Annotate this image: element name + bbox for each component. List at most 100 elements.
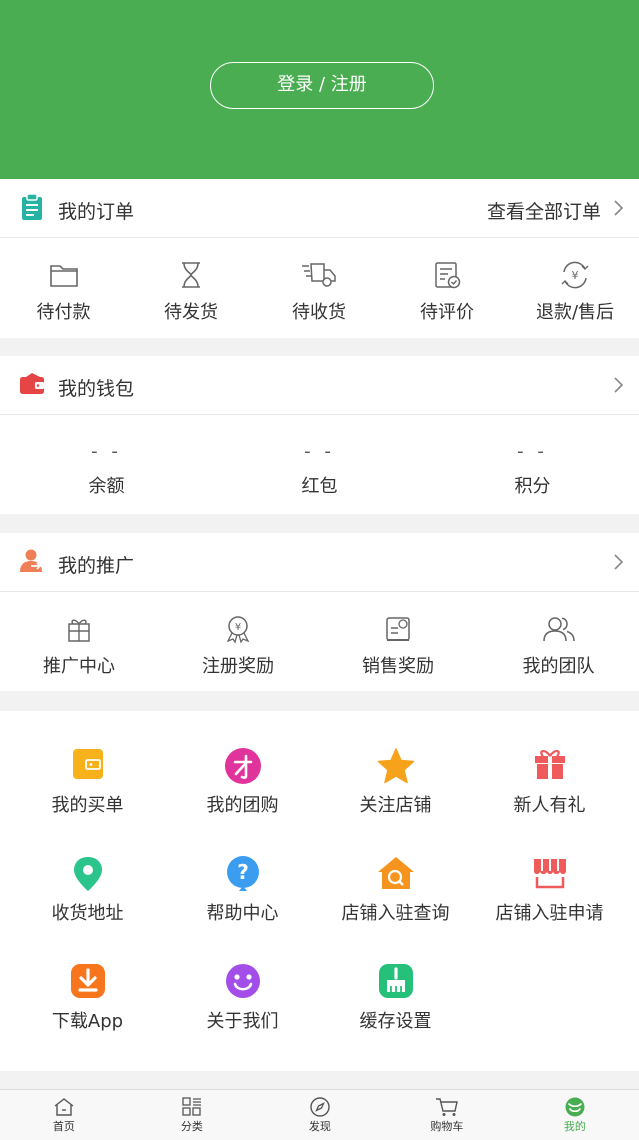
promotion-header[interactable]: 我的推广 <box>0 533 639 592</box>
team-icon <box>542 617 575 642</box>
tab-mine[interactable]: 我的 <box>511 1090 639 1140</box>
profile-smile-icon <box>565 1097 585 1117</box>
promotion-person-icon <box>20 549 42 572</box>
service-label: 我的买单 <box>51 795 124 816</box>
chevron-right-icon <box>614 554 623 570</box>
svg-text:¥: ¥ <box>572 269 579 282</box>
order-status-row: 待付款 待发货 待收货 待评价 ¥ 退款/售后 <box>0 238 639 338</box>
store-search-icon <box>377 857 414 889</box>
service-my-bill[interactable]: 我的买单 <box>0 747 175 817</box>
order-status-refund[interactable]: ¥ 退款/售后 <box>511 260 639 324</box>
service-label: 收货地址 <box>51 903 124 924</box>
sales-reward[interactable]: 销售奖励 <box>318 614 478 678</box>
promotion-title: 我的推广 <box>58 555 135 577</box>
tab-label: 发现 <box>308 1120 331 1133</box>
view-all-orders-link[interactable]: 查看全部订单 <box>487 197 601 224</box>
service-label: 我的团购 <box>206 795 279 816</box>
wallet-red-packet-label: 红包 <box>301 476 338 497</box>
folder-icon <box>49 265 78 287</box>
order-status-to-receive[interactable]: 待收货 <box>255 260 383 324</box>
order-status-to-review[interactable]: 待评价 <box>383 260 511 324</box>
service-label: 店铺入驻申请 <box>495 903 604 924</box>
tab-label: 分类 <box>180 1120 203 1133</box>
order-status-to-ship[interactable]: 待发货 <box>127 260 255 324</box>
chevron-right-icon <box>614 200 623 216</box>
service-label: 缓存设置 <box>359 1011 432 1032</box>
review-doc-icon <box>435 262 461 289</box>
wallet-red-packet-value: - - <box>304 441 335 462</box>
store-awning-icon <box>533 859 566 889</box>
service-about-us[interactable]: 关于我们 <box>155 963 330 1033</box>
tab-discover[interactable]: 发现 <box>256 1090 384 1140</box>
gift-icon <box>534 750 565 779</box>
service-download-app[interactable]: 下载App <box>0 963 175 1033</box>
service-store-query[interactable]: 店铺入驻查询 <box>308 855 483 925</box>
tab-home[interactable]: 首页 <box>0 1090 128 1140</box>
wallet-balance-value: - - <box>91 441 122 462</box>
location-pin-icon <box>73 857 102 891</box>
promotion-center[interactable]: 推广中心 <box>0 614 158 678</box>
sales-reward-icon <box>386 617 410 641</box>
service-cache-settings[interactable]: 缓存设置 <box>308 963 483 1033</box>
smiley-icon <box>225 964 260 998</box>
register-reward[interactable]: ¥ 注册奖励 <box>158 614 318 678</box>
tab-label: 我的 <box>563 1120 586 1133</box>
wallet-section: 我的钱包 - - 余额 - - 红包 - - 积分 <box>0 356 639 514</box>
promotion-label: 注册奖励 <box>202 656 274 677</box>
broom-icon <box>378 964 413 998</box>
login-register-button[interactable]: 登录 / 注册 <box>210 62 434 109</box>
service-label: 店铺入驻查询 <box>341 903 450 924</box>
tab-label: 首页 <box>52 1120 75 1133</box>
promotion-label: 销售奖励 <box>362 656 434 677</box>
service-store-apply[interactable]: 店铺入驻申请 <box>462 855 637 925</box>
order-status-label: 待发货 <box>164 302 218 323</box>
promotion-section: 我的推广 推广中心 ¥ 注册奖励 销售奖励 我的团队 <box>0 533 639 691</box>
wallet-red-packet[interactable]: - - 红包 <box>213 441 426 498</box>
category-grid-icon <box>182 1097 201 1116</box>
service-group-buy[interactable]: 我的团购 <box>155 747 330 817</box>
service-address[interactable]: 收货地址 <box>0 855 175 925</box>
chevron-right-icon <box>614 377 623 393</box>
tab-category[interactable]: 分类 <box>128 1090 256 1140</box>
profile-header: 登录 / 注册 <box>0 0 639 179</box>
group-buy-icon <box>224 748 261 784</box>
award-medal-icon: ¥ <box>226 616 250 644</box>
service-label: 下载App <box>51 1011 124 1032</box>
order-status-label: 待收货 <box>292 302 346 323</box>
promotion-label: 我的团队 <box>522 656 595 677</box>
orders-header[interactable]: 我的订单 查看全部订单 <box>0 179 639 238</box>
compass-icon <box>310 1097 330 1117</box>
tab-cart[interactable]: 购物车 <box>383 1090 511 1140</box>
service-newcomer-gift[interactable]: 新人有礼 <box>462 747 637 817</box>
refund-icon: ¥ <box>561 261 589 289</box>
order-status-label: 退款/售后 <box>535 302 615 323</box>
my-team[interactable]: 我的团队 <box>478 614 639 678</box>
orders-title: 我的订单 <box>58 201 135 223</box>
wallet-points[interactable]: - - 积分 <box>426 441 639 498</box>
wallet-balance-label: 余额 <box>88 476 125 497</box>
cart-icon <box>435 1098 458 1116</box>
bottom-tab-bar: 首页 分类 发现 购物车 我的 <box>0 1089 639 1140</box>
delivery-truck-icon <box>302 263 336 287</box>
star-icon <box>377 748 414 784</box>
wallet-header[interactable]: 我的钱包 <box>0 356 639 415</box>
hourglass-icon <box>182 262 200 288</box>
service-help-center[interactable]: ? 帮助中心 <box>155 855 330 925</box>
order-status-unpaid[interactable]: 待付款 <box>0 260 127 324</box>
orders-section: 我的订单 查看全部订单 待付款 待发货 待收货 待评价 ¥ 退款/售后 <box>0 179 639 338</box>
tab-label: 购物车 <box>430 1120 464 1133</box>
svg-text:¥: ¥ <box>235 622 241 633</box>
promotion-row: 推广中心 ¥ 注册奖励 销售奖励 我的团队 <box>0 592 639 691</box>
wallet-title: 我的钱包 <box>58 378 135 400</box>
services-section: 我的买单 我的团购 关注店铺 新人有礼 收货地址 ? 帮助中心 店铺入驻查询 店… <box>0 711 639 1071</box>
service-follow-store[interactable]: 关注店铺 <box>308 747 483 817</box>
wallet-card-icon <box>72 749 103 779</box>
svg-text:?: ? <box>237 860 249 884</box>
service-label: 关注店铺 <box>359 795 432 816</box>
wallet-balance[interactable]: - - 余额 <box>0 441 213 498</box>
wallet-icon <box>20 373 44 394</box>
service-label: 新人有礼 <box>513 795 586 816</box>
service-label: 帮助中心 <box>206 903 279 924</box>
wallet-values-row: - - 余额 - - 红包 - - 积分 <box>0 415 639 514</box>
download-icon <box>70 964 105 998</box>
